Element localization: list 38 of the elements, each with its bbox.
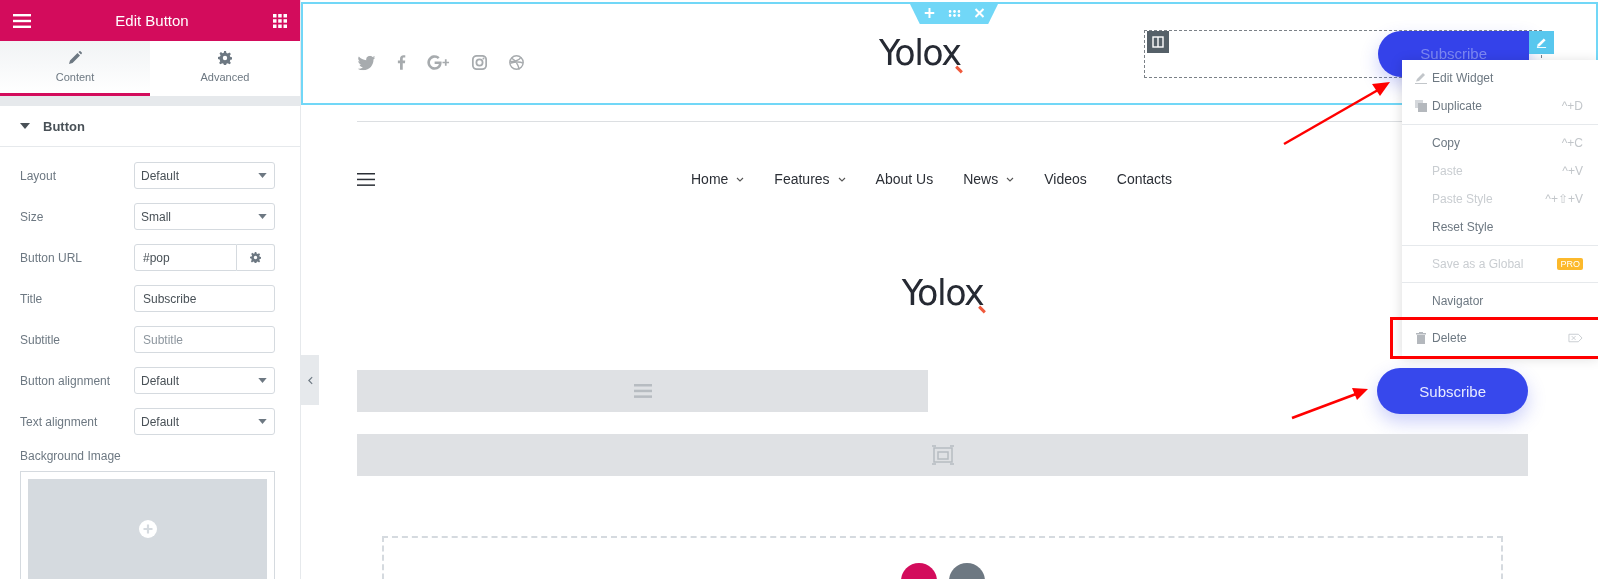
- nav-link[interactable]: Features: [774, 171, 846, 187]
- section-header[interactable]: Button: [0, 106, 300, 147]
- nav-link[interactable]: News: [963, 171, 1015, 187]
- shortcut-label: ^+D: [1561, 99, 1583, 113]
- control-label: Subtitle: [20, 332, 61, 347]
- editor-tab[interactable]: Content: [0, 41, 150, 96]
- control-label: Title: [20, 291, 43, 306]
- select-field[interactable]: Default: [134, 367, 275, 394]
- select-field[interactable]: Default: [134, 162, 275, 189]
- nav-link[interactable]: Home: [691, 171, 745, 187]
- control-label: Button alignment: [20, 373, 111, 388]
- menu-item[interactable]: Duplicate ^+D: [1402, 92, 1598, 120]
- text-field[interactable]: Subtitle: [134, 326, 275, 353]
- control-label: Layout: [20, 168, 57, 183]
- text-field[interactable]: Subscribe: [134, 285, 275, 312]
- nav-link[interactable]: Videos: [1044, 171, 1087, 187]
- control-label: Text alignment: [20, 414, 98, 429]
- section-title: Button: [43, 118, 85, 134]
- menu-item[interactable]: Reset Style: [1402, 213, 1598, 241]
- nav-link[interactable]: Contacts: [1116, 171, 1172, 187]
- nav-link[interactable]: About Us: [875, 171, 934, 187]
- subscribe-button[interactable]: Subscribe: [1377, 368, 1528, 414]
- control-label: Background Image: [19, 448, 121, 463]
- select-field[interactable]: Small: [134, 203, 275, 230]
- control-label: Button URL: [20, 250, 83, 265]
- menu-item[interactable]: Copy ^+C: [1402, 129, 1598, 157]
- pro-badge: PRO: [1557, 258, 1583, 270]
- select-field[interactable]: Default: [134, 408, 275, 435]
- logo[interactable]: Yolox: [879, 36, 961, 71]
- editor-title: Edit Button: [115, 12, 189, 29]
- menu-item[interactable]: Navigator: [1402, 287, 1598, 315]
- menu-item[interactable]: Delete: [1397, 324, 1598, 352]
- shortcut-label: ^+V: [1562, 164, 1583, 178]
- logo[interactable]: Yolox: [901, 276, 984, 311]
- shortcut-label: ^+C: [1561, 136, 1583, 150]
- url-field[interactable]: #pop: [134, 244, 237, 271]
- control-label: Size: [20, 209, 44, 224]
- shortcut-label: ^+⇧+V: [1545, 192, 1583, 206]
